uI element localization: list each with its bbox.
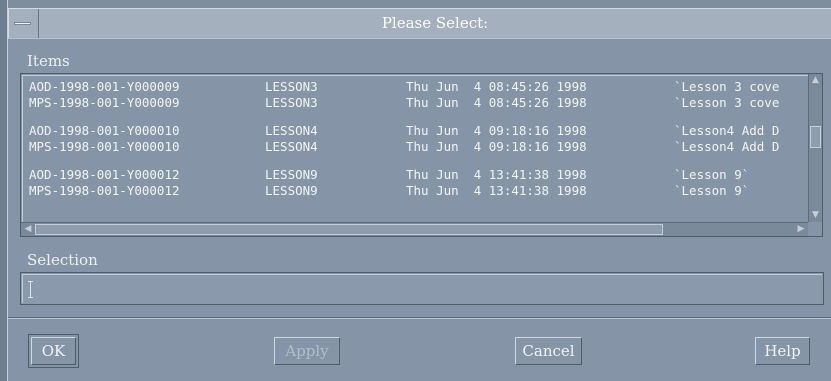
help-button[interactable]: Help [755,337,810,365]
scroll-left-icon[interactable]: ◀ [23,224,33,234]
list-item[interactable]: AOD-1998-001-Y000009 LESSON3 Thu Jun 4 0… [29,79,802,95]
item-lesson: LESSON3 [265,79,318,94]
apply-button[interactable]: Apply [274,337,340,365]
item-comment: `Lesson4 Add D [674,139,780,154]
vertical-scroll-thumb[interactable] [810,126,821,148]
item-comment: `Lesson 9` [674,167,750,182]
items-label: Items [27,52,70,70]
list-item[interactable]: MPS-1998-001-Y000010 LESSON4 Thu Jun 4 0… [29,139,802,155]
item-lesson: LESSON3 [265,95,318,110]
window-menu-icon [14,22,31,25]
title-bar[interactable]: Please Select: [8,8,831,38]
item-comment: `Lesson 3 cove [674,79,780,94]
window-title: Please Select: [381,14,489,32]
item-date: Thu Jun 4 08:45:26 1998 [406,95,587,110]
item-lesson: LESSON9 [265,183,318,198]
item-id: MPS-1998-001-Y000012 [29,183,180,198]
scroll-up-icon[interactable]: ▲ [811,76,820,85]
items-list[interactable]: AOD-1998-001-Y000009 LESSON3 Thu Jun 4 0… [20,73,823,237]
scroll-down-icon[interactable]: ▼ [811,211,820,220]
item-date: Thu Jun 4 08:45:26 1998 [406,79,587,94]
item-comment: `Lesson 3 cove [674,95,780,110]
item-lesson: LESSON4 [265,139,318,154]
item-date: Thu Jun 4 09:18:16 1998 [406,123,587,138]
item-date: Thu Jun 4 13:41:38 1998 [406,167,587,182]
selection-input-bevel [22,274,822,303]
item-id: AOD-1998-001-Y000010 [29,123,180,138]
horizontal-scroll-thumb[interactable] [35,224,663,235]
list-item[interactable]: MPS-1998-001-Y000012 LESSON9 Thu Jun 4 1… [29,183,802,199]
ok-button[interactable]: OK [28,334,79,368]
button-separator [8,317,831,319]
selection-label: Selection [27,251,98,269]
vertical-scrollbar[interactable]: ▲ ▼ [808,74,822,222]
item-lesson: LESSON9 [265,167,318,182]
text-cursor-icon [28,281,33,298]
item-id: MPS-1998-001-Y000009 [29,95,180,110]
item-date: Thu Jun 4 09:18:16 1998 [406,139,587,154]
window-menu-button[interactable] [9,9,39,38]
item-date: Thu Jun 4 13:41:38 1998 [406,183,587,198]
scroll-right-icon[interactable]: ▶ [796,224,806,234]
horizontal-scrollbar[interactable]: ◀ ▶ [21,222,808,236]
item-id: AOD-1998-001-Y000009 [29,79,180,94]
item-lesson: LESSON4 [265,123,318,138]
cancel-button[interactable]: Cancel [515,337,582,365]
item-id: MPS-1998-001-Y000010 [29,139,180,154]
item-comment: `Lesson 9` [674,183,750,198]
list-item[interactable]: MPS-1998-001-Y000009 LESSON3 Thu Jun 4 0… [29,95,802,111]
list-item[interactable]: AOD-1998-001-Y000010 LESSON4 Thu Jun 4 0… [29,123,802,139]
item-comment: `Lesson4 Add D [674,123,780,138]
items-list-rows: AOD-1998-001-Y000009 LESSON3 Thu Jun 4 0… [29,79,802,219]
selection-input[interactable] [20,272,824,305]
item-id: AOD-1998-001-Y000012 [29,167,180,182]
list-item[interactable]: AOD-1998-001-Y000012 LESSON9 Thu Jun 4 1… [29,167,802,183]
